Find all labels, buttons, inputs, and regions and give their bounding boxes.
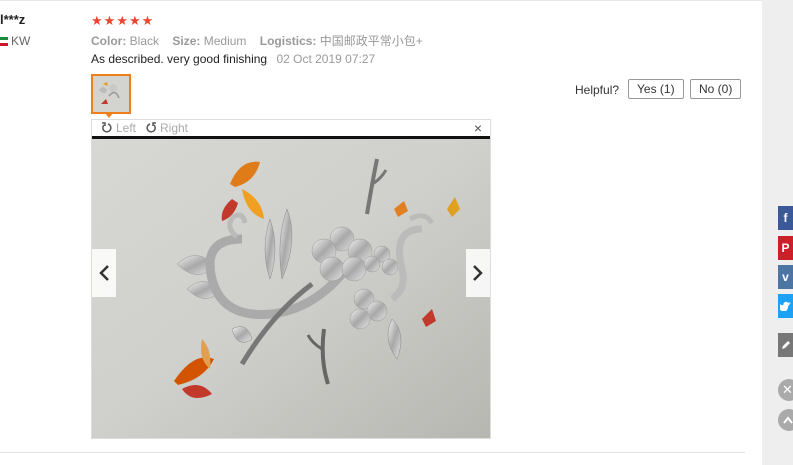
previous-photo-button[interactable] <box>92 249 116 297</box>
pencil-icon <box>781 341 790 349</box>
size-key: Size: <box>172 34 201 48</box>
star-icon: ★ <box>128 13 141 28</box>
top-divider <box>0 0 762 1</box>
twitter-share-button[interactable] <box>778 294 793 318</box>
rotate-left-icon <box>102 122 112 133</box>
color-key: Color: <box>91 34 127 48</box>
image-viewer: Left Right × <box>91 119 491 439</box>
size-value: Medium <box>203 34 247 48</box>
rotate-right-label: Right <box>160 121 189 135</box>
review-feedback: As described. very good finishing 02 Oct… <box>91 52 375 66</box>
kuwait-flag-icon <box>0 36 8 46</box>
wall-decal-photo <box>92 139 490 438</box>
helpful-no-button[interactable]: No (0) <box>690 79 742 99</box>
viewer-toolbar: Left Right × <box>92 120 490 136</box>
chevron-up-icon <box>783 416 793 424</box>
thumbnail-image <box>93 76 129 112</box>
star-icon: ★ <box>103 13 116 28</box>
pinterest-icon: P <box>781 241 790 255</box>
order-attributes: Color: Black Size: Medium Logistics: 中国邮… <box>91 32 433 49</box>
color-value: Black <box>129 34 160 48</box>
logistics-value: 中国邮政平常小包+ <box>319 34 423 48</box>
pinterest-share-button[interactable]: P <box>778 236 793 260</box>
chevron-right-icon <box>473 265 483 281</box>
close-circle-button[interactable]: ✕ <box>778 379 793 401</box>
helpful-label: Helpful? <box>575 83 620 97</box>
review-date: 02 Oct 2019 07:27 <box>276 52 376 66</box>
edit-button[interactable] <box>778 333 793 357</box>
review-photo-thumbnail[interactable] <box>91 74 131 114</box>
next-photo-button[interactable] <box>466 249 490 297</box>
rotate-right-button[interactable]: Right <box>145 121 188 135</box>
rating-stars: ★ ★ ★ ★ ★ <box>91 14 153 27</box>
thumbnail-selected-caret <box>105 113 113 118</box>
logistics-key: Logistics: <box>259 34 317 48</box>
twitter-icon <box>779 301 791 311</box>
rotate-right-icon <box>146 122 156 133</box>
facebook-share-button[interactable]: f <box>778 206 793 230</box>
bottom-divider <box>0 452 745 453</box>
back-to-top-button[interactable] <box>778 409 793 431</box>
chevron-left-icon <box>99 265 109 281</box>
country-code: KW <box>11 34 31 48</box>
close-icon: ✕ <box>782 382 793 397</box>
star-icon: ★ <box>116 13 128 28</box>
review-photo <box>92 139 490 438</box>
star-icon: ★ <box>91 13 103 28</box>
rotate-left-label: Left <box>116 121 137 135</box>
star-icon: ★ <box>141 13 154 28</box>
reviewer-name: l***z <box>0 12 26 27</box>
reviewer-country: KW <box>0 34 30 48</box>
close-viewer-button[interactable]: × <box>474 120 482 136</box>
helpful-yes-button[interactable]: Yes (1) <box>628 79 684 99</box>
vk-share-button[interactable]: v <box>778 265 793 289</box>
facebook-icon: f <box>783 211 788 225</box>
rotate-left-button[interactable]: Left <box>101 121 136 135</box>
vk-icon: v <box>782 270 789 284</box>
review-text: As described. very good finishing <box>91 52 268 66</box>
